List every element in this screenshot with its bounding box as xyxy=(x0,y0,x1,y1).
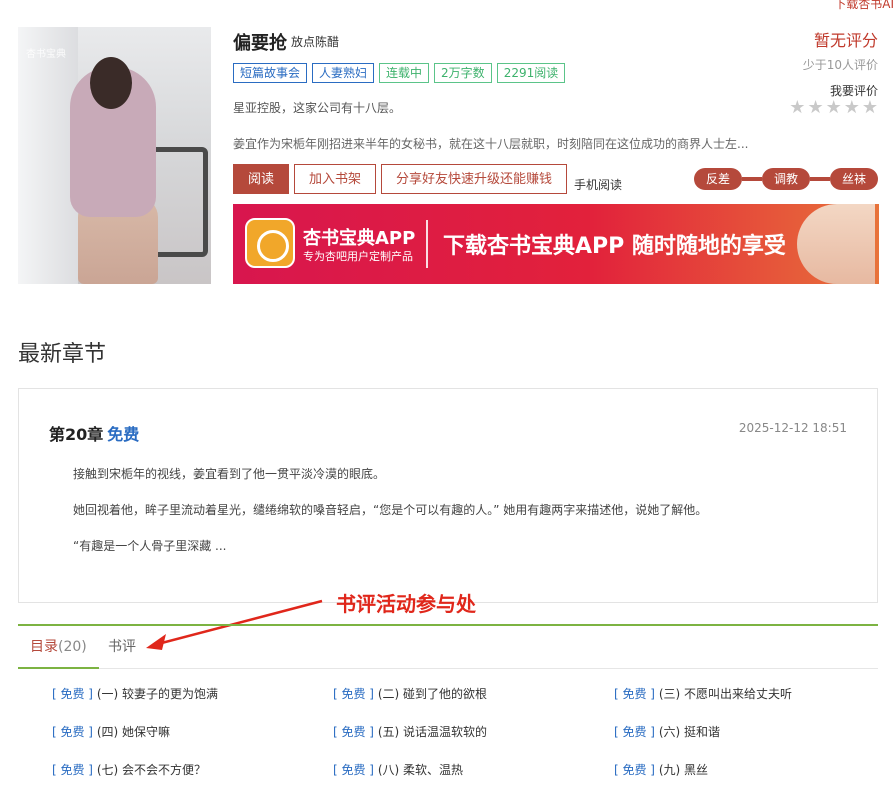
book-description: 姜宜作为宋栀年刚招进来半年的女秘书，就在这十八层就职，时刻陪同在这位成功的商界人… xyxy=(233,137,749,151)
chapter-item-title: (一) 较妻子的更为饱满 xyxy=(96,687,219,701)
chapter-item-title: (六) 挺和谐 xyxy=(658,725,721,739)
add-to-shelf-button[interactable]: 加入书架 xyxy=(294,164,377,194)
star-icon[interactable]: ★ xyxy=(789,97,805,118)
chapter-fee-label: [ 免费 ] xyxy=(52,687,93,701)
banner-app-name: 杏书宝典APP xyxy=(303,228,416,249)
star-icon[interactable]: ★ xyxy=(844,97,860,118)
chapter-paragraph: 她回视着他，眸子里流动着星光，缱绻绵软的嗓音轻启，“您是个可以有趣的人。” 她用… xyxy=(73,503,708,517)
tag-list: 短篇故事会 人妻熟妇 连载中 2万字数 2291阅读 xyxy=(233,63,566,83)
star-icon[interactable]: ★ xyxy=(862,97,878,118)
chapter-fee-label: [ 免费 ] xyxy=(333,763,374,777)
chapter-number: 第20章 xyxy=(49,425,104,444)
chapter-list-item[interactable]: [ 免费 ] (四) 她保守嘛 xyxy=(52,723,170,740)
chapter-fee-label: [ 免费 ] xyxy=(333,687,374,701)
star-icon[interactable]: ★ xyxy=(826,97,842,118)
cover-watermark: 杏书宝典 xyxy=(26,49,66,60)
chapter-fee-label: [ 免费 ] xyxy=(333,725,374,739)
keyword-chip[interactable]: 反差 xyxy=(693,168,742,190)
chapter-item-title: (九) 黑丝 xyxy=(658,763,709,777)
tab-catalog-label: 目录 xyxy=(30,639,58,655)
content-tabs: 目录(20) 书评 xyxy=(18,624,878,669)
chip-connector xyxy=(809,177,830,181)
tag-category[interactable]: 人妻熟妇 xyxy=(312,63,375,83)
chapter-list-item[interactable]: [ 免费 ] (五) 说话温温软软的 xyxy=(333,723,487,740)
action-bar: 阅读 加入书架 分享好友快速升级还能赚钱 手机阅读 xyxy=(233,164,622,194)
download-app-link[interactable]: 下载杏书AI xyxy=(834,0,894,12)
banner-app-subtitle: 专为杏吧用户定制产品 xyxy=(303,250,413,263)
chapter-list-item[interactable]: [ 免费 ] (六) 挺和谐 xyxy=(614,723,720,740)
book-intro-line: 星亚控股，这家公司有十八层。 xyxy=(233,101,402,115)
banner-slogan: 下载杏书宝典APP 随时随地的享受 xyxy=(443,234,786,259)
tag-read-count: 2291阅读 xyxy=(496,63,566,83)
app-download-banner[interactable]: 杏书宝典APP 专为杏吧用户定制产品 下载杏书宝典APP 随时随地的享受 xyxy=(233,204,879,284)
book-cover[interactable]: 杏书宝典 xyxy=(18,27,211,284)
tag-word-count: 2万字数 xyxy=(434,63,492,83)
chapter-paragraph: 接触到宋栀年的视线，姜宜看到了他一贯平淡冷漠的眼底。 xyxy=(73,467,386,481)
chapter-item-title: (二) 碰到了他的欲根 xyxy=(377,687,488,701)
chapter-list-item[interactable]: [ 免费 ] (九) 黑丝 xyxy=(614,761,708,778)
chapter-fee-label: [ 免费 ] xyxy=(52,725,93,739)
chapter-fee-label: [ 免费 ] xyxy=(614,725,655,739)
chapter-fee-label: [ 免费 ] xyxy=(614,687,655,701)
latest-chapter-card[interactable]: 第20章 免费 2025-12-12 18:51 接触到宋栀年的视线，姜宜看到了他… xyxy=(18,388,878,603)
chapter-fee-label: [ 免费 ] xyxy=(614,763,655,777)
keyword-chip[interactable]: 调教 xyxy=(761,168,810,190)
cover-head xyxy=(90,57,132,109)
banner-divider xyxy=(426,220,428,268)
chapter-item-title: (五) 说话温温软软的 xyxy=(377,725,488,739)
book-title: 偏要抢 xyxy=(233,33,287,54)
mobile-read-link[interactable]: 手机阅读 xyxy=(574,176,622,193)
book-author[interactable]: 放点陈醋 xyxy=(291,33,339,50)
chapter-item-title: (四) 她保守嘛 xyxy=(96,725,171,739)
rating-count: 少于10人评价 xyxy=(802,58,878,72)
chip-connector xyxy=(741,177,762,181)
chapter-free-label: 免费 xyxy=(107,425,140,444)
chapter-paragraph: “有趣是一个人骨子里深藏 ... xyxy=(73,539,227,553)
star-icon[interactable]: ★ xyxy=(807,97,823,118)
chapter-item-title: (七) 会不会不方便？ xyxy=(96,763,207,777)
chapter-item-title: (三) 不愿叫出来给丈夫听 xyxy=(658,687,793,701)
tag-status: 连载中 xyxy=(379,63,430,83)
tab-catalog-count: (20) xyxy=(58,639,87,655)
annotation-label: 书评活动参与处 xyxy=(336,592,476,616)
chapter-list-item[interactable]: [ 免费 ] (二) 碰到了他的欲根 xyxy=(333,685,487,702)
chapter-list-item[interactable]: [ 免费 ] (一) 较妻子的更为饱满 xyxy=(52,685,218,702)
chapter-list-item[interactable]: [ 免费 ] (八) 柔软、温热 xyxy=(333,761,463,778)
chapter-list-item[interactable]: [ 免费 ] (七) 会不会不方便？ xyxy=(52,761,206,778)
keyword-chips: 反差 调教 丝袜 xyxy=(693,168,878,190)
chapter-fee-label: [ 免费 ] xyxy=(52,763,93,777)
tag-genre[interactable]: 短篇故事会 xyxy=(233,63,308,83)
chapter-list-item[interactable]: [ 免费 ] (三) 不愿叫出来给丈夫听 xyxy=(614,685,792,702)
banner-model-image xyxy=(797,204,875,284)
cover-window xyxy=(18,27,78,284)
app-logo-icon xyxy=(245,218,295,268)
share-button[interactable]: 分享好友快速升级还能赚钱 xyxy=(381,164,568,194)
chapter-item-title: (八) 柔软、温热 xyxy=(377,763,464,777)
tab-reviews[interactable]: 书评 xyxy=(108,626,136,669)
read-button[interactable]: 阅读 xyxy=(233,164,290,194)
tab-catalog[interactable]: 目录(20) xyxy=(18,626,99,669)
latest-chapter-heading: 最新章节 xyxy=(18,342,107,367)
rating-score: 暂无评分 xyxy=(813,31,878,50)
chapter-title[interactable]: 第20章 免费 xyxy=(49,421,139,445)
star-rating[interactable]: ★ ★ ★ ★ ★ xyxy=(789,97,878,118)
keyword-chip[interactable]: 丝袜 xyxy=(829,168,878,190)
chapter-date: 2025-12-12 18:51 xyxy=(738,421,847,435)
